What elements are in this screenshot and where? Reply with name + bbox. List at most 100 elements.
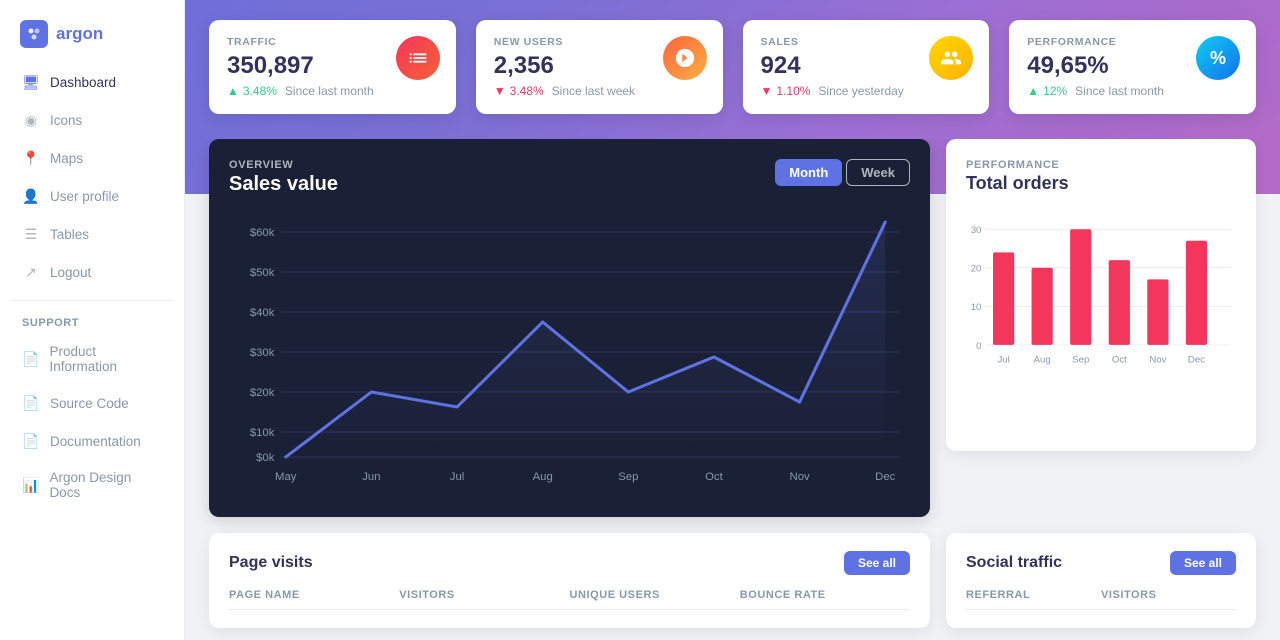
stat-change-pct: 3.48% (510, 84, 544, 98)
stat-change-sales: ▼ 1.10% Since yesterday (761, 84, 972, 98)
sidebar-item-product-info[interactable]: 📄 Product Information (12, 335, 172, 383)
sidebar-item-argon-design-docs[interactable]: 📊 Argon Design Docs (12, 461, 172, 509)
user-icon: 👤 (22, 187, 40, 205)
sales-icon (929, 36, 973, 80)
content-area: OVERVIEW Sales value Month Week (185, 139, 1280, 640)
sidebar-item-label: Source Code (50, 396, 129, 411)
svg-text:Aug: Aug (1034, 354, 1051, 365)
sidebar-item-tables[interactable]: ☰ Tables (12, 216, 172, 252)
page-visits-title: Page visits (229, 554, 313, 572)
col-page-name: PAGE NAME (229, 589, 399, 601)
sidebar-item-label: Argon Design Docs (49, 470, 162, 500)
stat-change-traffic: ▲ 3.48% Since last month (227, 84, 438, 98)
svg-text:Jun: Jun (362, 471, 380, 483)
stat-change-since: Since last week (552, 84, 635, 98)
svg-text:10: 10 (971, 302, 982, 313)
perf-label: PERFORMANCE (966, 159, 1236, 171)
percent-symbol: % (1210, 48, 1226, 69)
arrow-up-icon: ▲ (227, 84, 239, 98)
sidebar-item-label: Documentation (50, 434, 141, 449)
stat-change-pct: 3.48% (243, 84, 277, 98)
icons-icon: ◉ (22, 111, 40, 129)
svg-text:Dec: Dec (875, 471, 896, 483)
sales-line-chart: $60k $50k $40k $30k $20k $10k $0k (229, 212, 910, 497)
sidebar-item-icons[interactable]: ◉ Icons (12, 102, 172, 138)
svg-text:20: 20 (971, 264, 982, 275)
traffic-icon (396, 36, 440, 80)
total-orders-card: PERFORMANCE Total orders 30 20 10 0 (946, 139, 1256, 451)
page-visits-card: Page visits See all PAGE NAME VISITORS U… (209, 533, 930, 628)
col-unique-users: UNIQUE USERS (570, 589, 740, 601)
sidebar-item-label: Tables (50, 227, 89, 242)
btn-month[interactable]: Month (775, 159, 842, 186)
sidebar-item-documentation[interactable]: 📄 Documentation (12, 423, 172, 459)
svg-text:Jul: Jul (450, 471, 464, 483)
source-code-icon: 📄 (22, 394, 40, 412)
stat-change-since: Since last month (1075, 84, 1164, 98)
svg-text:Sep: Sep (618, 471, 638, 483)
svg-text:Nov: Nov (1149, 354, 1166, 365)
btn-week[interactable]: Week (846, 159, 910, 186)
social-traffic-see-all[interactable]: See all (1170, 551, 1236, 575)
logo-icon (20, 20, 48, 48)
arrow-up-icon: ▲ (1027, 84, 1039, 98)
arrow-down-icon: ▼ (761, 84, 773, 98)
svg-text:$50k: $50k (250, 267, 275, 279)
stat-card-traffic: TRAFFIC 350,897 ▲ 3.48% Since last month (209, 20, 456, 114)
svg-text:Oct: Oct (1112, 354, 1127, 365)
perf-title: Total orders (966, 173, 1236, 194)
product-info-icon: 📄 (22, 350, 39, 368)
main-content: TRAFFIC 350,897 ▲ 3.48% Since last month… (185, 0, 1280, 640)
nav-divider (12, 300, 172, 301)
new-users-icon (663, 36, 707, 80)
social-traffic-title: Social traffic (966, 554, 1062, 572)
dashboard-icon: 🖥 (22, 73, 40, 91)
sidebar-item-source-code[interactable]: 📄 Source Code (12, 385, 172, 421)
social-traffic-header: Social traffic See all (966, 551, 1236, 575)
stat-change-pct: 12% (1043, 84, 1067, 98)
col-visitors: VISITORS (399, 589, 569, 601)
sidebar: argon 🖥 Dashboard ◉ Icons 📍 Maps 👤 User … (0, 0, 185, 640)
svg-text:$40k: $40k (250, 307, 275, 319)
support-section-label: SUPPORT (12, 311, 172, 335)
logo-text: argon (56, 24, 103, 44)
tables-icon: ☰ (22, 225, 40, 243)
sidebar-item-label: Icons (50, 113, 82, 128)
social-traffic-card: Social traffic See all REFERRAL VISITORS (946, 533, 1256, 628)
bar-chart-svg: 30 20 10 0 Jul Aug Sep (966, 206, 1236, 426)
logout-icon: ↗ (22, 263, 40, 281)
page-visits-header: Page visits See all (229, 551, 910, 575)
argon-docs-icon: 📊 (22, 476, 39, 494)
page-visits-see-all[interactable]: See all (844, 551, 910, 575)
stat-change-since: Since yesterday (818, 84, 903, 98)
svg-text:Aug: Aug (533, 471, 553, 483)
svg-text:0: 0 (976, 341, 981, 352)
col-visitors-social: VISITORS (1101, 589, 1236, 601)
sidebar-item-logout[interactable]: ↗ Logout (12, 254, 172, 290)
sales-chart-card: OVERVIEW Sales value Month Week (209, 139, 930, 517)
col-referral: REFERRAL (966, 589, 1101, 601)
sidebar-item-user-profile[interactable]: 👤 User profile (12, 178, 172, 214)
chart-title: Sales value (229, 173, 338, 196)
overview-label: OVERVIEW (229, 159, 338, 171)
documentation-icon: 📄 (22, 432, 40, 450)
sidebar-logo[interactable]: argon (0, 0, 184, 64)
sidebar-item-dashboard[interactable]: 🖥 Dashboard (12, 64, 172, 100)
stat-change-pct: 1.10% (776, 84, 810, 98)
svg-text:May: May (275, 471, 297, 483)
stat-card-new-users: NEW USERS 2,356 ▼ 3.48% Since last week (476, 20, 723, 114)
charts-row: OVERVIEW Sales value Month Week (209, 139, 1256, 517)
sidebar-item-label: Logout (50, 265, 91, 280)
svg-text:Jul: Jul (997, 354, 1009, 365)
svg-text:Oct: Oct (705, 471, 724, 483)
chart-toggle-group: Month Week (775, 159, 910, 186)
svg-text:Dec: Dec (1188, 354, 1205, 365)
right-panel: PERFORMANCE Total orders 30 20 10 0 (946, 139, 1256, 517)
svg-text:30: 30 (971, 225, 982, 236)
svg-text:$60k: $60k (250, 227, 275, 239)
chart-header-left: OVERVIEW Sales value (229, 159, 338, 196)
svg-text:$0k: $0k (256, 452, 275, 464)
sidebar-item-label: Product Information (49, 344, 162, 374)
sidebar-item-maps[interactable]: 📍 Maps (12, 140, 172, 176)
svg-text:Nov: Nov (790, 471, 811, 483)
